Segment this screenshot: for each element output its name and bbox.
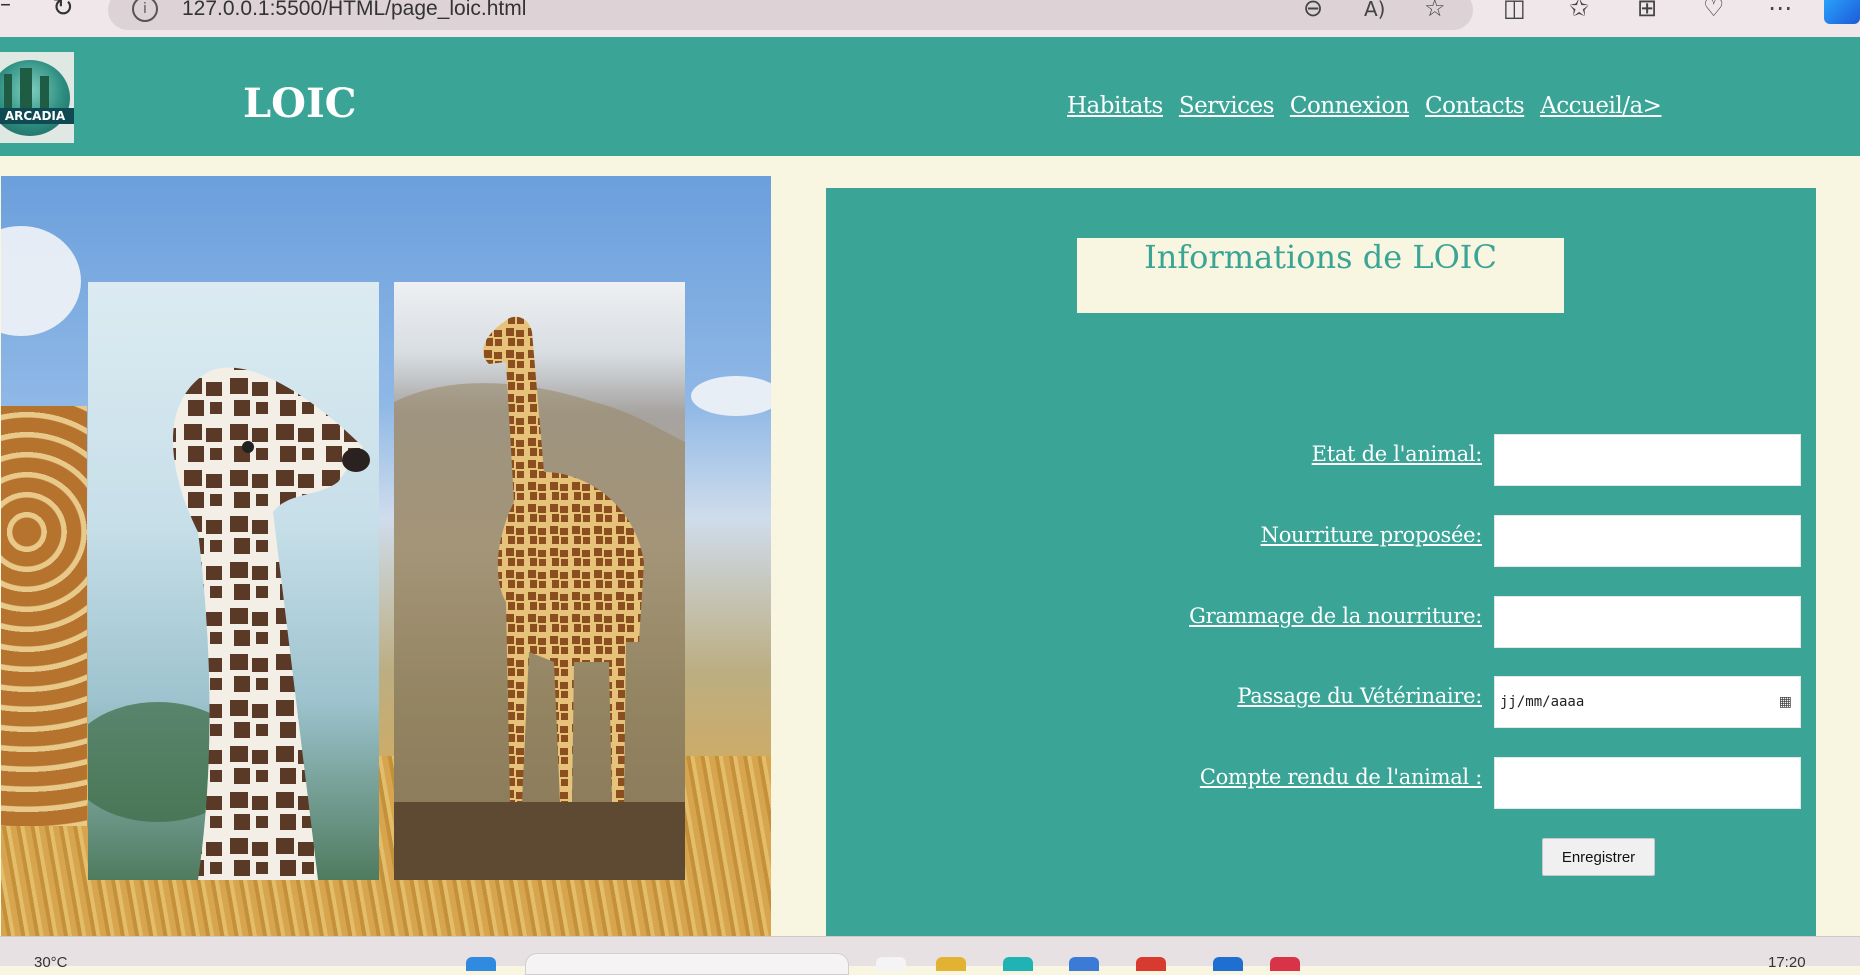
nav-link-contacts[interactable]: Contacts bbox=[1425, 93, 1525, 119]
giraffe-body-illustration bbox=[394, 316, 685, 880]
giraffe-head-illustration bbox=[88, 367, 370, 880]
logo-text: ARCADIA bbox=[0, 108, 74, 124]
calendar-icon[interactable]: ▦ bbox=[1779, 694, 1792, 710]
compte-rendu-input[interactable] bbox=[1494, 757, 1801, 809]
etat-label: Etat de l'animal: bbox=[1311, 442, 1483, 466]
url-text[interactable]: 127.0.0.1:5500/HTML/page_loic.html bbox=[182, 0, 526, 21]
app-icon[interactable] bbox=[1136, 957, 1166, 971]
site-title: LOIC bbox=[243, 80, 357, 127]
giraffe-standing-photo bbox=[394, 282, 685, 880]
reload-icon[interactable]: ↻ bbox=[52, 0, 74, 23]
arcadia-logo[interactable]: ARCADIA bbox=[0, 52, 74, 143]
nourriture-input[interactable] bbox=[1494, 515, 1801, 567]
browser-toolbar: – ↻ i 127.0.0.1:5500/HTML/page_loic.html… bbox=[0, 0, 1860, 37]
cloud bbox=[1, 226, 81, 336]
mail-icon[interactable] bbox=[1069, 957, 1099, 971]
logo-tree bbox=[4, 74, 12, 110]
veterinaire-label: Passage du Vétérinaire: bbox=[1237, 684, 1482, 708]
vscode-icon[interactable] bbox=[1213, 957, 1243, 971]
form-heading: Informations de LOIC bbox=[1077, 238, 1564, 313]
taskview-icon[interactable] bbox=[876, 957, 906, 971]
nav-link-services[interactable]: Services bbox=[1179, 93, 1275, 119]
split-screen-icon[interactable]: ◫ bbox=[1503, 0, 1526, 22]
nav-link-accueil[interactable]: Accueil/a> bbox=[1540, 93, 1662, 119]
site-header: ARCADIA LOIC Habitats Services Connexion… bbox=[0, 37, 1860, 156]
giraffe-silhouette bbox=[1, 406, 87, 826]
logo-tree bbox=[40, 76, 49, 110]
zoom-out-icon[interactable]: ⊖ bbox=[1303, 0, 1323, 22]
giraffe-closeup-photo bbox=[88, 282, 379, 880]
form-row-nourriture: Nourriture proposée: bbox=[826, 515, 1801, 567]
copilot-icon[interactable] bbox=[1824, 0, 1860, 24]
favorite-star-icon[interactable]: ☆ bbox=[1424, 0, 1446, 22]
compte-rendu-label: Compte rendu de l'animal : bbox=[1199, 765, 1482, 789]
cloud bbox=[691, 376, 771, 416]
nav-link-habitats[interactable]: Habitats bbox=[1067, 93, 1163, 119]
form-row-veterinaire: Passage du Vétérinaire: jj/mm/aaaa ▦ bbox=[826, 676, 1801, 728]
edge-icon[interactable] bbox=[1003, 957, 1033, 971]
read-aloud-icon[interactable]: A) bbox=[1364, 0, 1385, 21]
grammage-input[interactable] bbox=[1494, 596, 1801, 648]
animal-info-panel: Informations de LOIC Etat de l'animal: N… bbox=[826, 188, 1816, 936]
veterinaire-date-input[interactable]: jj/mm/aaaa ▦ bbox=[1494, 676, 1801, 728]
nourriture-label: Nourriture proposée: bbox=[1260, 523, 1483, 547]
notification-app-icon[interactable] bbox=[1270, 957, 1300, 971]
form-row-etat: Etat de l'animal: bbox=[826, 434, 1801, 486]
date-placeholder: jj/mm/aaaa bbox=[1500, 694, 1585, 710]
enregistrer-button[interactable]: Enregistrer bbox=[1542, 838, 1655, 876]
etat-input[interactable] bbox=[1494, 434, 1801, 486]
clock[interactable]: 17:20 bbox=[1768, 954, 1806, 971]
collections-icon[interactable]: ⊞ bbox=[1637, 0, 1657, 22]
logo-tree bbox=[20, 68, 32, 112]
windows-start-icon[interactable] bbox=[466, 957, 496, 971]
browser-essentials-icon[interactable]: ♡ bbox=[1703, 0, 1725, 22]
main-nav: Habitats Services Connexion Contacts Acc… bbox=[1067, 93, 1662, 119]
more-icon[interactable]: ⋯ bbox=[1768, 0, 1792, 22]
file-explorer-icon[interactable] bbox=[936, 957, 966, 971]
nav-link-connexion[interactable]: Connexion bbox=[1290, 93, 1410, 119]
weather-widget[interactable]: 30°C bbox=[34, 954, 68, 971]
taskbar-search[interactable] bbox=[525, 953, 849, 975]
form-row-grammage: Grammage de la nourriture: bbox=[826, 596, 1801, 648]
os-taskbar: 30°C 17:20 bbox=[0, 936, 1860, 975]
favorites-icon[interactable]: ✩ bbox=[1569, 0, 1589, 22]
back-icon[interactable]: – bbox=[0, 0, 11, 17]
grammage-label: Grammage de la nourriture: bbox=[1189, 604, 1482, 628]
form-row-compte-rendu: Compte rendu de l'animal : bbox=[826, 757, 1801, 809]
giraffe-image bbox=[1, 176, 771, 936]
logo-emblem bbox=[0, 60, 70, 136]
